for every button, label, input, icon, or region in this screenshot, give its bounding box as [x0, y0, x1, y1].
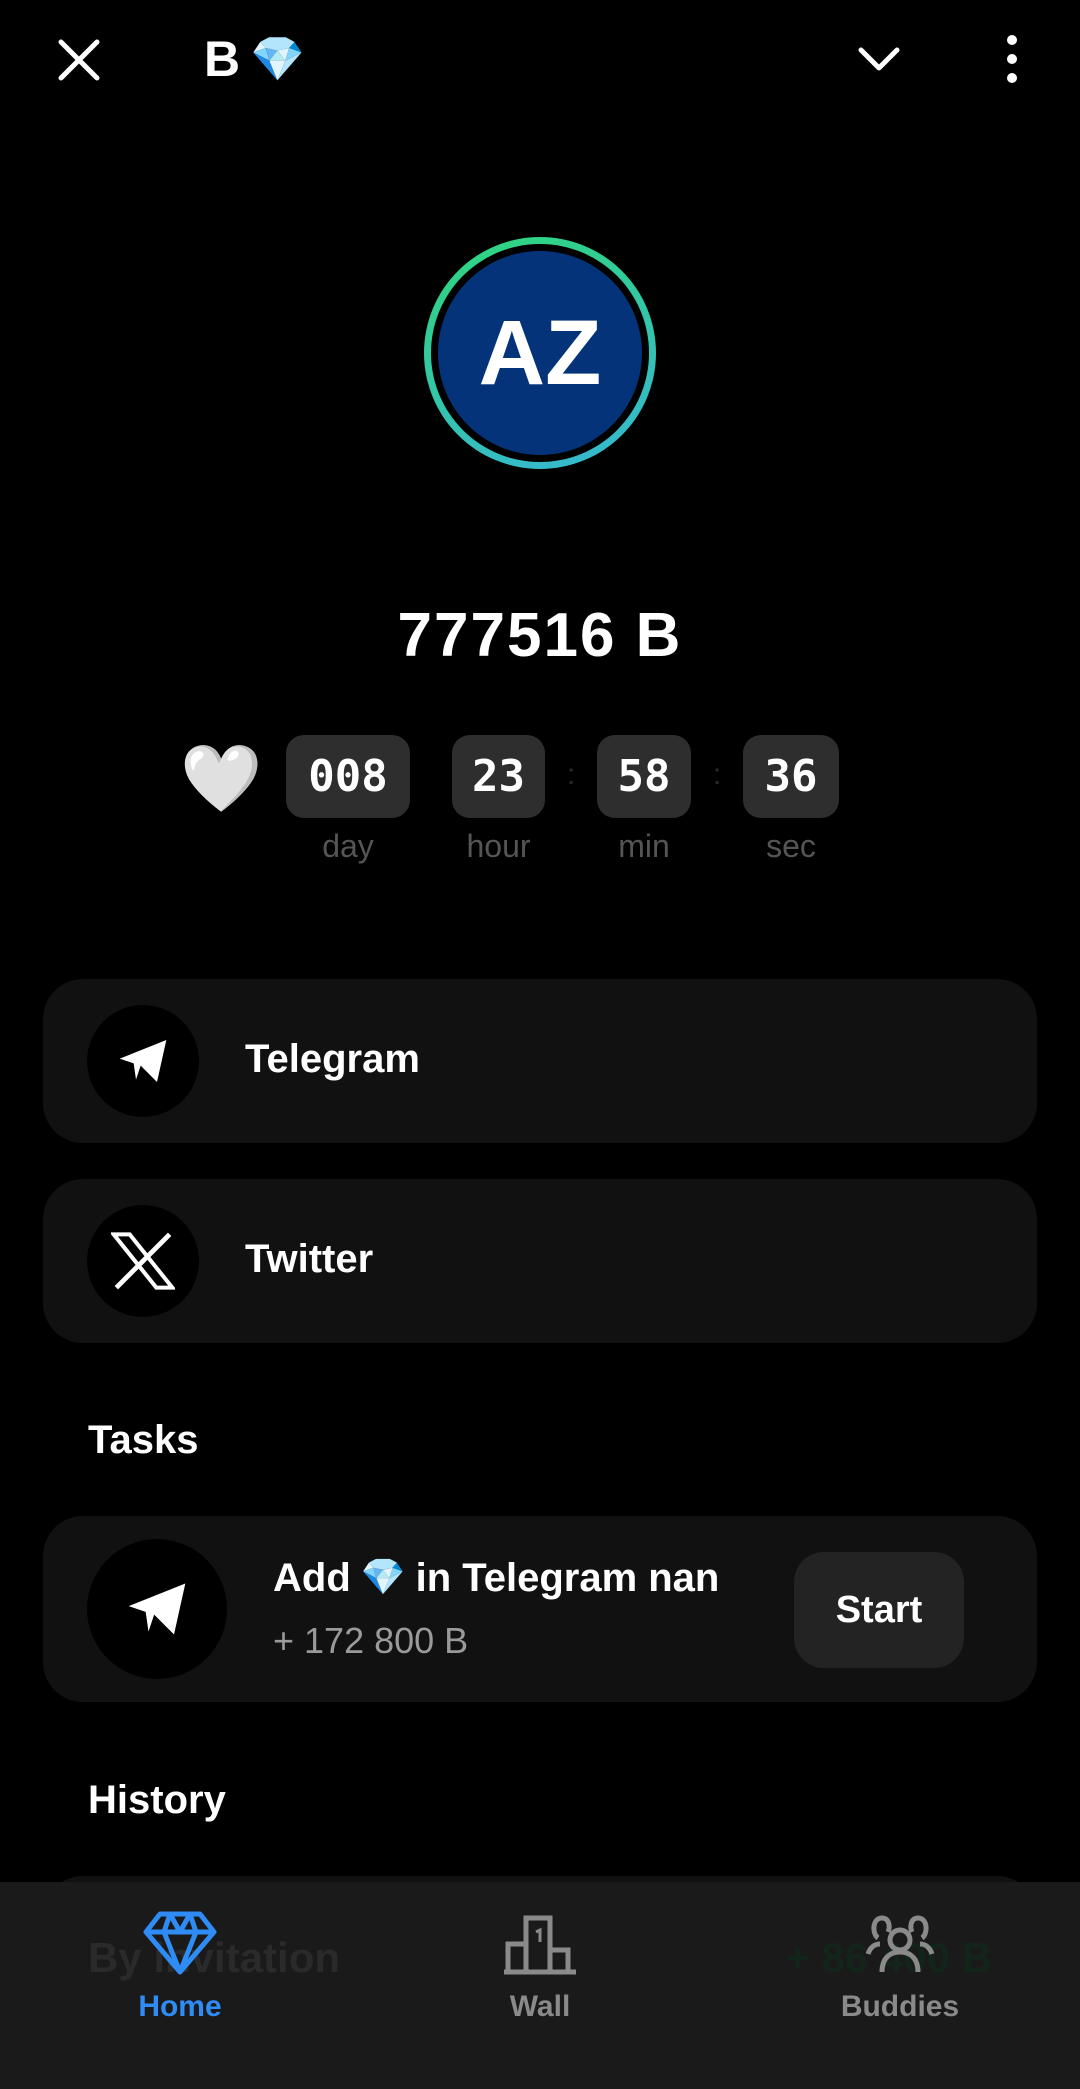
min-label: min: [618, 828, 670, 864]
history-heading: History: [88, 1778, 226, 1822]
start-task-button[interactable]: Start: [794, 1552, 964, 1668]
x-icon: [87, 1205, 199, 1317]
heart-icon: 🤍: [180, 741, 263, 815]
more-menu-button[interactable]: [1000, 34, 1024, 86]
task-title-post: in Telegram nan: [415, 1556, 720, 1600]
task-title: Add 💎 in Telegram nan: [273, 1556, 719, 1601]
hour-label: hour: [466, 828, 531, 864]
timer-separator: :: [713, 758, 722, 791]
task-reward: + 172 800 B: [273, 1620, 469, 1661]
title-text: B: [204, 31, 241, 87]
timer-minutes: 58: [597, 735, 691, 818]
close-icon: [58, 39, 100, 81]
telegram-label: Telegram: [245, 1037, 420, 1081]
nav-buddies[interactable]: Buddies: [800, 1910, 1000, 2024]
telegram-link[interactable]: Telegram: [43, 979, 1037, 1143]
twitter-link[interactable]: Twitter: [43, 1179, 1037, 1343]
avatar-initials: AZ: [438, 251, 642, 455]
task-item: Add 💎 in Telegram nan + 172 800 B Start: [43, 1516, 1037, 1702]
close-button[interactable]: [55, 36, 103, 84]
chevron-down-icon: [858, 47, 900, 71]
podium-icon: [504, 1915, 576, 1975]
timer-hours: 23: [452, 735, 545, 818]
sec-label: sec: [766, 828, 816, 864]
nav-wall-label: Wall: [509, 1990, 571, 2023]
telegram-icon: [87, 1005, 199, 1117]
tasks-heading: Tasks: [88, 1418, 199, 1462]
nav-home[interactable]: Home: [80, 1910, 280, 2024]
collapse-button[interactable]: [855, 40, 903, 80]
timer-days: 008: [286, 735, 410, 818]
day-label: day: [322, 828, 374, 864]
more-vertical-icon: [1007, 35, 1017, 83]
users-icon: [865, 1915, 935, 1973]
nav-home-label: Home: [138, 1990, 222, 2023]
timer-seconds: 36: [743, 735, 839, 818]
balance: 777516 B: [397, 601, 683, 670]
avatar: AZ: [424, 237, 656, 469]
task-title-pre: Add: [273, 1556, 351, 1600]
diamond-emoji-icon: 💎: [250, 35, 305, 84]
telegram-icon: [87, 1539, 227, 1679]
diamond-icon: [143, 1911, 217, 1975]
nav-buddies-label: Buddies: [840, 1990, 960, 2023]
timer-separator: :: [567, 758, 576, 791]
twitter-label: Twitter: [245, 1237, 374, 1281]
nav-wall[interactable]: Wall: [440, 1910, 640, 2024]
app-title: B 💎: [204, 30, 305, 88]
diamond-emoji-icon: 💎: [360, 1556, 406, 1597]
